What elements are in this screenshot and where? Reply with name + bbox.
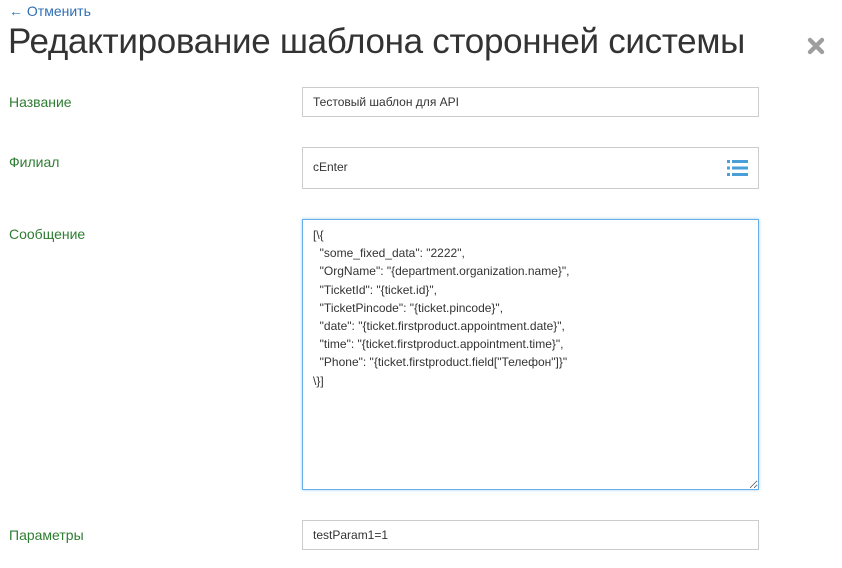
branch-label: Филиал xyxy=(9,154,60,170)
edit-template-page: ← Отменить Редактирование шаблона сторон… xyxy=(0,0,842,568)
name-input[interactable] xyxy=(302,87,759,117)
branch-select-value: cEnter xyxy=(313,160,348,174)
branch-select[interactable]: cEnter xyxy=(302,147,759,189)
cancel-link[interactable]: ← Отменить xyxy=(9,3,91,19)
params-input[interactable] xyxy=(302,520,759,550)
name-label: Название xyxy=(9,94,72,110)
params-label: Параметры xyxy=(9,527,84,543)
message-textarea[interactable]: [\{ "some_fixed_data": "2222", "OrgName"… xyxy=(302,219,759,490)
close-icon[interactable] xyxy=(806,36,828,58)
list-icon[interactable] xyxy=(727,159,748,177)
page-title: Редактирование шаблона сторонней системы xyxy=(8,22,745,61)
message-label: Сообщение xyxy=(9,226,86,242)
